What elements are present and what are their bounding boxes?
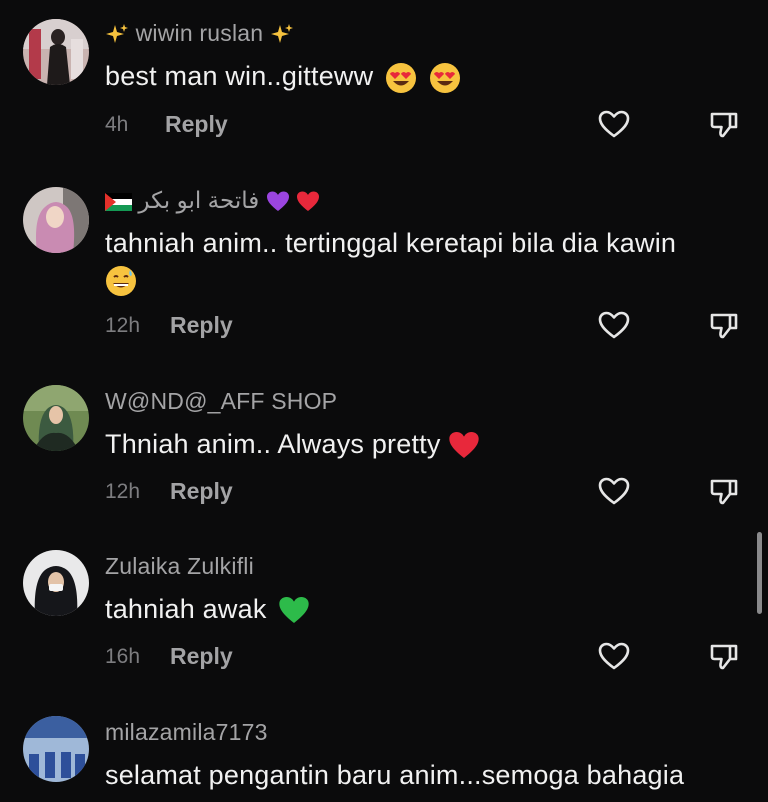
heart-outline-icon[interactable] — [597, 475, 631, 507]
comment-text: selamat pengantin baru anim...semoga bah… — [105, 760, 685, 790]
comment-username[interactable]: milazamila7173 — [105, 719, 268, 746]
avatar[interactable] — [23, 716, 89, 782]
heart-outline-icon[interactable] — [597, 108, 631, 140]
comment-timestamp: 4h — [105, 113, 129, 136]
heart-eyes-emoji-icon — [425, 61, 461, 93]
heart-eyes-emoji-icon — [381, 61, 425, 93]
comment-username[interactable]: Zulaika Zulkifli — [105, 553, 254, 580]
thumbs-down-outline-icon[interactable] — [708, 640, 740, 672]
comment-username[interactable]: wiwin ruslan — [105, 20, 294, 47]
comment-timestamp: 12h — [105, 314, 141, 337]
avatar[interactable] — [23, 19, 89, 85]
comment-text: tahniah awak — [105, 591, 735, 627]
sparkles-icon — [105, 20, 136, 46]
reply-button[interactable]: Reply — [165, 111, 228, 138]
reply-button[interactable]: Reply — [170, 478, 233, 505]
avatar[interactable] — [23, 187, 89, 253]
comments-screen: wiwin ruslan best man win..gitteww 4h Re… — [0, 0, 768, 802]
thumbs-down-outline-icon[interactable] — [708, 475, 740, 507]
heart-outline-icon[interactable] — [597, 309, 631, 341]
reply-button[interactable]: Reply — [170, 643, 233, 670]
avatar[interactable] — [23, 385, 89, 451]
avatar[interactable] — [23, 550, 89, 616]
comment-text: best man win..gitteww — [105, 58, 735, 94]
comment-text: tahniah anim.. tertinggal keretapi bila … — [105, 225, 735, 297]
reply-button[interactable]: Reply — [170, 312, 233, 339]
comment-timestamp: 16h — [105, 645, 141, 668]
heart-outline-icon[interactable] — [597, 640, 631, 672]
grinning-sweat-emoji-icon — [105, 264, 137, 296]
comment-username[interactable]: فاتحة ابو بكر — [105, 187, 320, 214]
thumbs-down-outline-icon[interactable] — [708, 108, 740, 140]
comment-text: Thniah anim.. Always pretty — [105, 426, 735, 462]
comment-timestamp: 12h — [105, 480, 141, 503]
thumbs-down-outline-icon[interactable] — [708, 309, 740, 341]
red-heart-icon — [441, 429, 481, 459]
palestine-flag-icon — [105, 187, 138, 213]
purple-heart-icon — [259, 187, 296, 213]
comment-username[interactable]: W@ND@_AFF SHOP — [105, 388, 337, 415]
red-heart-icon — [296, 187, 320, 213]
sparkles-icon — [270, 20, 294, 46]
green-heart-icon — [274, 594, 310, 624]
scrollbar[interactable] — [757, 532, 762, 614]
